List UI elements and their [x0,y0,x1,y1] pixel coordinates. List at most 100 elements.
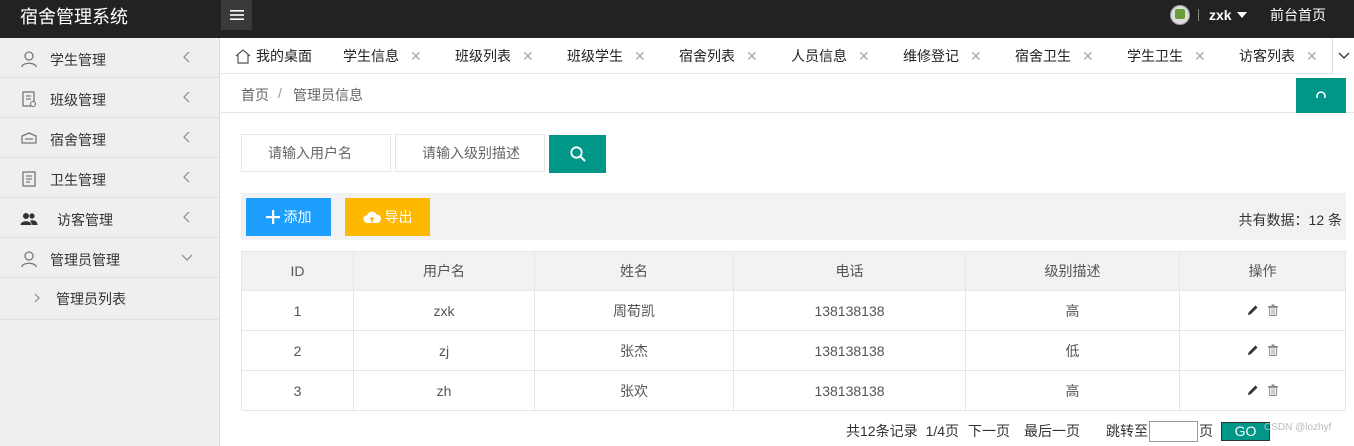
sidebar-item-label: 管理员管理 [50,252,120,268]
caret-down-icon[interactable] [1236,12,1247,18]
tab-dorm-list[interactable]: 宿舍列表 ✕ [679,38,758,74]
tab-student-hygiene[interactable]: 学生卫生 ✕ [1127,38,1206,74]
jump-page-input[interactable] [1149,420,1199,442]
tab-label: 访客列表 [1239,48,1295,64]
close-icon[interactable]: ✕ [1194,48,1206,65]
close-icon[interactable]: ✕ [522,48,534,65]
table-row: 2 zj 张杰 138138138 低 [241,330,1346,371]
close-icon[interactable]: ✕ [746,48,758,65]
export-button-label: 导出 [384,209,413,225]
search-icon [569,146,586,162]
tab-bar: 我的桌面 学生信息 ✕ 班级列表 ✕ 班级学生 ✕ 宿舍列表 ✕ 人员信息 ✕ … [221,38,1354,74]
sidebar-item-classes[interactable]: 班级管理 [0,78,219,118]
tab-repair[interactable]: 维修登记 ✕ [903,38,982,74]
cell-username: zj [353,330,535,371]
close-icon[interactable]: ✕ [1306,48,1318,65]
user-name[interactable]: zxk [1209,7,1232,23]
cell-actions [1179,290,1346,331]
users-icon [20,213,38,225]
user-menu[interactable]: zxk [1170,2,1247,28]
edit-icon[interactable] [1247,344,1259,356]
chevron-left-icon [183,171,190,183]
breadcrumb-separator: / [278,85,282,101]
avatar[interactable] [1170,5,1190,25]
cell-id: 2 [241,330,354,371]
trash-icon[interactable] [1267,344,1279,356]
next-page-link[interactable]: 下一页 [968,421,1010,441]
tab-desktop[interactable]: 我的桌面 [235,38,312,74]
chevron-down-icon [1338,52,1349,59]
app-title: 宿舍管理系统 [20,7,128,27]
tab-class-list[interactable]: 班级列表 ✕ [455,38,534,74]
tab-visitor-list[interactable]: 访客列表 ✕ [1239,38,1318,74]
close-icon[interactable]: ✕ [410,48,422,65]
menu-toggle-button[interactable] [221,0,252,30]
document-icon [22,171,36,187]
export-button[interactable]: 导出 [345,198,430,236]
refresh-button[interactable] [1296,78,1346,113]
tab-label: 班级列表 [455,48,511,64]
cell-phone: 138138138 [733,290,966,331]
user-icon [21,51,37,68]
tab-more-button[interactable] [1332,38,1354,74]
sidebar-item-label: 班级管理 [50,92,106,108]
add-button[interactable]: 添加 [246,198,331,236]
hamburger-icon [229,10,244,20]
chevron-left-icon [183,211,190,223]
jump-to-label: 跳转至 [1106,423,1149,439]
edit-icon[interactable] [1247,304,1259,316]
total-count: 共有数据：12 条 [1238,212,1342,228]
edit-icon[interactable] [1247,384,1259,396]
column-header: 操作 [1179,251,1346,291]
column-header: 级别描述 [965,251,1180,291]
cell-actions [1179,370,1346,411]
tab-student-info[interactable]: 学生信息 ✕ [343,38,422,74]
tab-dorm-hygiene[interactable]: 宿舍卫生 ✕ [1015,38,1094,74]
sidebar-item-label: 宿舍管理 [50,132,106,148]
cell-name: 张欢 [534,370,734,411]
dorm-icon [21,132,37,144]
last-page-link[interactable]: 最后一页 [1024,421,1080,441]
go-button[interactable]: GO [1221,421,1271,441]
tab-staff-info[interactable]: 人员信息 ✕ [791,38,870,74]
home-icon [235,48,251,64]
sidebar-item-students[interactable]: 学生管理 [0,38,219,78]
breadcrumb: 首页 / 管理员信息 [221,75,1354,113]
sidebar-item-dorms[interactable]: 宿舍管理 [0,118,219,158]
column-header: 用户名 [353,251,535,291]
cell-phone: 138138138 [733,330,966,371]
pager-records: 共12条记录 [846,423,918,439]
cell-username: zxk [353,290,535,331]
table-row: 3 zh 张欢 138138138 高 [241,370,1346,411]
admin-icon [21,251,37,268]
tab-class-students[interactable]: 班级学生 ✕ [567,38,646,74]
sidebar-item-label: 访客管理 [57,212,113,228]
close-icon[interactable]: ✕ [1082,48,1094,65]
sidebar-item-visitors[interactable]: 访客管理 [0,198,219,238]
level-search-input[interactable] [395,134,545,172]
front-home-link[interactable]: 前台首页 [1270,5,1326,25]
trash-icon[interactable] [1267,384,1279,396]
sidebar-subitem-admin-list[interactable]: 管理员列表 [0,278,219,320]
pager-pages: 1/4页 [925,423,960,439]
table-header-row: ID 用户名 姓名 电话 级别描述 操作 [241,251,1346,291]
tab-label: 宿舍列表 [679,48,735,64]
close-icon[interactable]: ✕ [634,48,646,65]
cell-id: 3 [241,370,354,411]
search-button[interactable] [549,135,606,173]
close-icon[interactable]: ✕ [858,48,870,65]
username-search-input[interactable] [241,134,391,172]
chevron-right-icon [34,293,40,303]
trash-icon[interactable] [1267,304,1279,316]
tab-label: 宿舍卫生 [1015,48,1071,64]
column-header: ID [241,251,354,291]
sidebar-item-admins[interactable]: 管理员管理 [0,238,219,278]
tab-label: 班级学生 [567,48,623,64]
add-button-label: 添加 [283,209,312,225]
chevron-left-icon [183,91,190,103]
sidebar-item-hygiene[interactable]: 卫生管理 [0,158,219,198]
breadcrumb-home[interactable]: 首页 [241,85,269,105]
tab-label: 人员信息 [791,48,847,64]
close-icon[interactable]: ✕ [970,48,982,65]
sidebar-subitem-label: 管理员列表 [56,291,126,307]
